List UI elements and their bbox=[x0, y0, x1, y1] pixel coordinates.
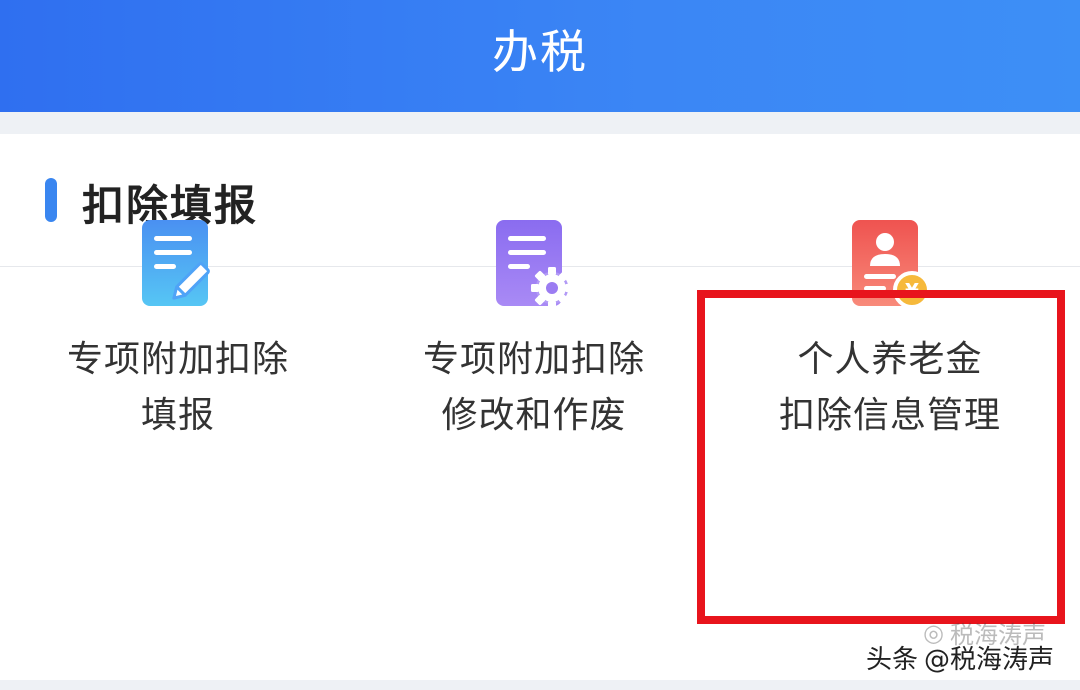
item-label-line2: 修改和作废 bbox=[441, 395, 627, 436]
item-special-deduction-fill[interactable]: 专项附加扣除 填报 bbox=[8, 150, 348, 450]
form-edit-icon bbox=[142, 220, 210, 306]
item-special-deduction-modify[interactable]: 专项附加扣除 修改和作废 bbox=[364, 150, 704, 450]
highlight-box bbox=[697, 290, 1065, 624]
page-title: 办税 bbox=[492, 25, 588, 79]
item-label-line2: 填报 bbox=[140, 395, 215, 436]
watermark-source: 头条 bbox=[865, 645, 918, 675]
top-header: 办税 bbox=[0, 0, 1080, 112]
item-label: 专项附加扣除 填报 bbox=[8, 332, 348, 444]
form-settings-icon bbox=[496, 220, 573, 309]
source-watermark: 头条 @税海涛声 bbox=[866, 639, 1054, 676]
item-label: 专项附加扣除 修改和作废 bbox=[364, 332, 704, 444]
item-label-line1: 专项附加扣除 bbox=[422, 339, 645, 380]
watermark-handle: @税海涛声 bbox=[923, 645, 1054, 675]
item-label-line1: 专项附加扣除 bbox=[66, 339, 289, 380]
